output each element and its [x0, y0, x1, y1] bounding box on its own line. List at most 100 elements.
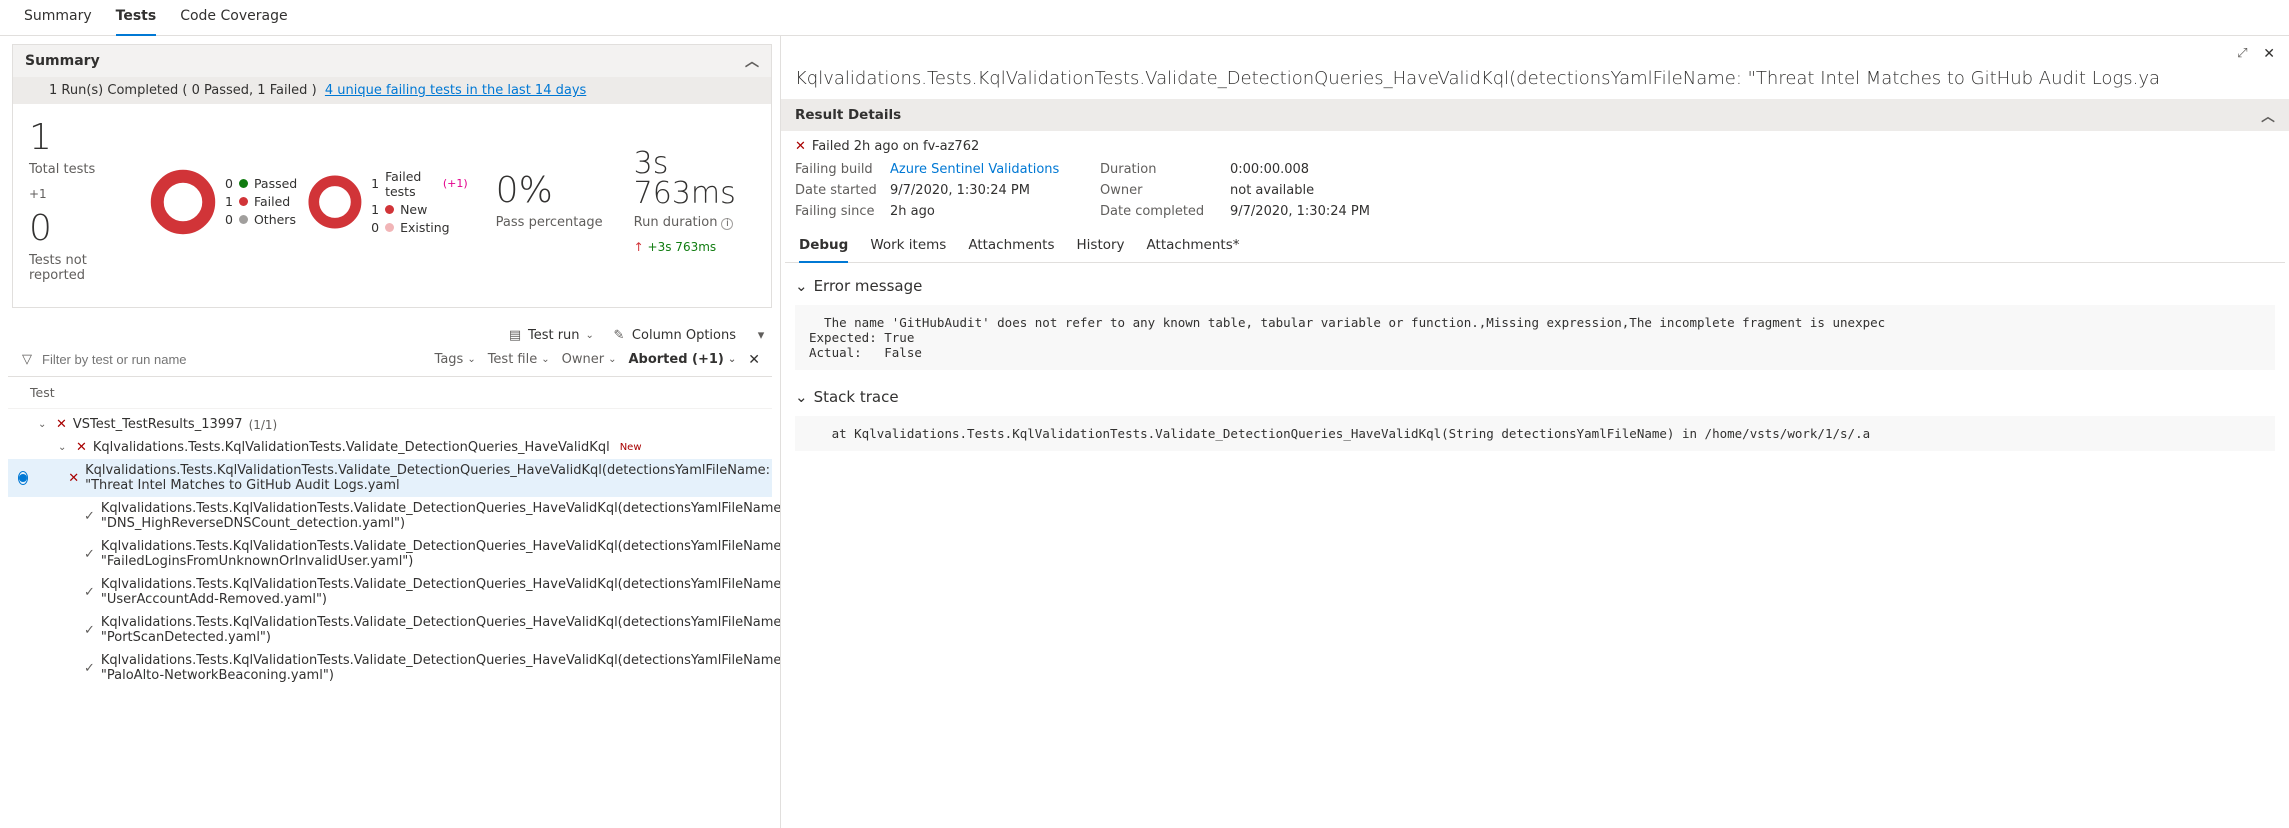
error-message-body: The name 'GitHubAudit' does not refer to…: [795, 305, 2275, 370]
tree-test-row[interactable]: ✓Kqlvalidations.Tests.KqlValidationTests…: [8, 649, 772, 687]
legend-dot: [385, 223, 394, 232]
detail-tab-debug[interactable]: Debug: [799, 237, 848, 263]
run-duration-label: Run duration: [634, 215, 718, 230]
filter-owner[interactable]: Owner⌄: [562, 352, 617, 367]
stack-trace-header[interactable]: ⌄ Stack trace: [781, 374, 2289, 412]
test-name: Kqlvalidations.Tests.KqlValidationTests.…: [101, 501, 780, 531]
chevron-down-icon: ⌄: [541, 354, 549, 365]
runs-banner: 1 Run(s) Completed ( 0 Passed, 1 Failed …: [13, 77, 771, 104]
info-icon[interactable]: i: [721, 218, 733, 230]
chevron-down-icon: ⌄: [58, 442, 70, 453]
chevron-down-icon: ⌄: [586, 330, 594, 341]
duration-value: 0:00:00.008: [1230, 162, 2275, 177]
result-metadata: Failing build Azure Sentinel Validations…: [781, 154, 2289, 227]
failed-tests-count: 1: [371, 176, 379, 191]
filter-row: ▽ Tags⌄ Test file⌄ Owner⌄ Aborted (+1)⌄ …: [8, 347, 772, 377]
fail-icon: ✕: [56, 417, 67, 432]
close-filters-button[interactable]: ✕: [748, 352, 760, 368]
filter-input[interactable]: [40, 351, 423, 368]
failing-since-value: 2h ago: [890, 204, 1100, 219]
pass-icon: ✓: [84, 547, 95, 562]
fail-icon: ✕: [68, 471, 79, 486]
test-name: Kqlvalidations.Tests.KqlValidationTests.…: [101, 615, 780, 645]
total-tests-value: 1: [29, 120, 139, 156]
pass-percentage-value: 0%: [496, 173, 606, 209]
test-name: Kqlvalidations.Tests.KqlValidationTests.…: [101, 653, 780, 683]
run-count: (1/1): [249, 418, 278, 432]
test-name: Kqlvalidations.Tests.KqlValidationTests.…: [101, 539, 780, 569]
error-message-header[interactable]: ⌄ Error message: [781, 263, 2289, 301]
pass-icon: ✓: [84, 661, 95, 676]
chevron-down-icon: ⌄: [795, 277, 808, 295]
tab-tests[interactable]: Tests: [116, 8, 157, 36]
tab-summary[interactable]: Summary: [24, 8, 92, 35]
filter-test-file[interactable]: Test file⌄: [488, 352, 550, 367]
date-completed-value: 9/7/2020, 1:30:24 PM: [1230, 204, 2275, 219]
pass-icon: ✓: [84, 509, 95, 524]
chevron-down-icon: ⌄: [728, 354, 736, 365]
chevron-down-icon: ⌄: [795, 388, 808, 406]
test-run-button[interactable]: ▤Test run⌄: [508, 328, 594, 343]
date-started-value: 9/7/2020, 1:30:24 PM: [890, 183, 1100, 198]
collapse-icon[interactable]: ︿: [2261, 108, 2275, 122]
runs-banner-text: 1 Run(s) Completed ( 0 Passed, 1 Failed …: [49, 83, 317, 98]
tree-run-row[interactable]: ⌄✕VSTest_TestResults_13997 (1/1): [8, 413, 772, 436]
failing-build-key: Failing build: [795, 162, 890, 177]
failed-on-line: Failed 2h ago on fv-az762: [812, 139, 979, 154]
detail-tabs: Debug Work items Attachments History Att…: [785, 227, 2285, 263]
test-name: Kqlvalidations.Tests.KqlValidationTests.…: [101, 577, 780, 607]
pass-icon: ✓: [84, 623, 95, 638]
failing-tests-link[interactable]: 4 unique failing tests in the last 14 da…: [325, 83, 586, 98]
collapse-icon[interactable]: ︿: [745, 54, 759, 68]
column-options-button[interactable]: ✎Column Options: [612, 328, 736, 343]
funnel-icon: ▽: [20, 353, 34, 367]
group-name: Kqlvalidations.Tests.KqlValidationTests.…: [93, 440, 610, 455]
expand-icon[interactable]: ⤢: [2235, 46, 2249, 60]
detail-title: Kqlvalidations.Tests.KqlValidationTests.…: [781, 62, 2289, 99]
stack-trace-body: at Kqlvalidations.Tests.KqlValidationTes…: [795, 416, 2275, 451]
outcome-legend: 0Passed1Failed0Others: [225, 173, 297, 230]
tree-group-row[interactable]: ⌄ ✕ Kqlvalidations.Tests.KqlValidationTest…: [8, 436, 772, 459]
tree-test-row[interactable]: ✓Kqlvalidations.Tests.KqlValidationTests…: [8, 573, 772, 611]
tree-test-row[interactable]: ✓Kqlvalidations.Tests.KqlValidationTests…: [8, 497, 772, 535]
owner-key: Owner: [1100, 183, 1230, 198]
legend-dot: [239, 215, 248, 224]
filter-tags[interactable]: Tags⌄: [435, 352, 476, 367]
test-name: Kqlvalidations.Tests.KqlValidationTests.…: [85, 463, 770, 493]
detail-tab-history[interactable]: History: [1077, 237, 1125, 262]
fail-icon: ✕: [76, 440, 87, 455]
summary-card: Summary ︿ 1 Run(s) Completed ( 0 Passed,…: [12, 44, 772, 308]
tree-test-row[interactable]: ✓Kqlvalidations.Tests.KqlValidationTests…: [8, 535, 772, 573]
filter-outcome[interactable]: Aborted (+1)⌄: [628, 352, 736, 367]
detail-tab-attachments-star[interactable]: Attachments*: [1147, 237, 1240, 262]
tab-code-coverage[interactable]: Code Coverage: [180, 8, 287, 35]
results-tree: ⌄ ✕ VSTest_TestResults_13997 (1/1) ⌄ ✕ Kqlval…: [0, 409, 780, 828]
duration-key: Duration: [1100, 162, 1230, 177]
filter-toggle-button[interactable]: ▾: [754, 329, 768, 343]
run-duration-value: 3s 763ms: [634, 149, 755, 209]
chevron-down-icon: ⌄: [608, 354, 616, 365]
date-started-key: Date started: [795, 183, 890, 198]
new-badge: New: [620, 442, 642, 453]
total-tests-delta: +1: [29, 187, 139, 201]
results-table-header: Test: [8, 377, 772, 409]
not-reported-label: Tests not reported: [29, 253, 139, 283]
close-detail-button[interactable]: ✕: [2263, 46, 2275, 62]
legend-dot: [385, 205, 394, 214]
selected-radio-icon: [18, 471, 28, 485]
summary-title: Summary: [25, 53, 100, 69]
detail-tab-work-items[interactable]: Work items: [870, 237, 946, 262]
run-name: VSTest_TestResults_13997: [73, 417, 243, 432]
pass-icon: ✓: [84, 585, 95, 600]
top-tabs: Summary Tests Code Coverage: [0, 0, 2289, 36]
tree-test-row[interactable]: ✕ Kqlvalidations.Tests.KqlValidationTests…: [8, 459, 772, 497]
pass-percentage-label: Pass percentage: [496, 215, 606, 230]
list-icon: ▤: [508, 329, 522, 343]
failure-donut-icon: [307, 168, 363, 236]
failing-build-value[interactable]: Azure Sentinel Validations: [890, 162, 1100, 177]
legend-dot: [239, 197, 248, 206]
owner-value: not available: [1230, 183, 2275, 198]
fail-icon: ✕: [795, 139, 806, 154]
detail-tab-attachments[interactable]: Attachments: [968, 237, 1054, 262]
tree-test-row[interactable]: ✓Kqlvalidations.Tests.KqlValidationTests…: [8, 611, 772, 649]
